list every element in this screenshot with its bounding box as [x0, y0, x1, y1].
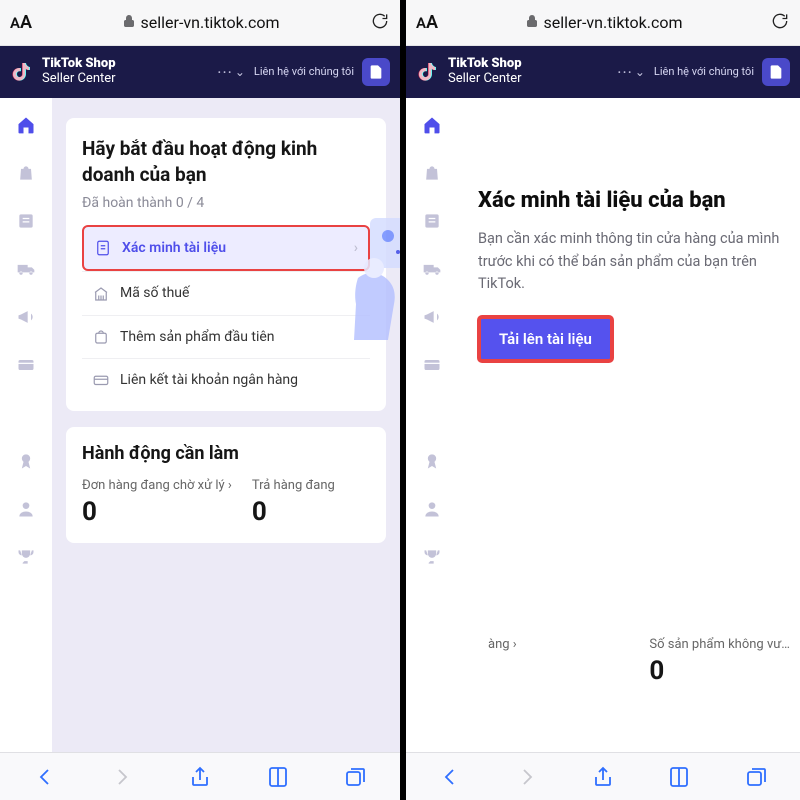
app-header: TikTok Shop Seller Center ··· ⌄ Liên hệ …: [406, 46, 800, 98]
safari-bottom-bar: [406, 752, 800, 800]
rail-bag-icon[interactable]: [421, 162, 443, 184]
address-field[interactable]: seller-vn.tiktok.com: [40, 13, 362, 32]
onboarding-title: Hãy bắt đầu hoạt động kinh doanh của bạn: [82, 136, 370, 187]
more-menu[interactable]: ··· ⌄: [617, 63, 646, 82]
rail-trophy-icon[interactable]: [421, 546, 443, 568]
nav-back-button[interactable]: [430, 765, 470, 789]
rail-trophy-icon[interactable]: [15, 546, 37, 568]
metric-pending-orders[interactable]: Đơn hàng đang chờ xử lý › 0: [82, 478, 232, 527]
bookmarks-button[interactable]: [258, 765, 298, 789]
upload-documents-button[interactable]: Tải lên tài liệu: [478, 316, 613, 362]
content-area: Xác minh tài liệu của bạn Bạn cần xác mi…: [406, 98, 800, 752]
app-header: TikTok Shop Seller Center ··· ⌄ Liên hệ …: [0, 46, 400, 98]
rail-home-icon[interactable]: [15, 114, 37, 136]
step-verify-documents[interactable]: Xác minh tài liệu ›: [82, 225, 370, 271]
phone-left: AA seller-vn.tiktok.com TikTok Shop Sell…: [0, 0, 400, 800]
reload-icon[interactable]: [370, 11, 390, 35]
rail-home-icon[interactable]: [421, 114, 443, 136]
rail-bag-icon[interactable]: [15, 162, 37, 184]
step-add-product[interactable]: Thêm sản phẩm đầu tiên: [82, 315, 370, 358]
main-column: Hãy bắt đầu hoạt động kinh doanh của bạn…: [52, 98, 400, 752]
safari-address-bar: AA seller-vn.tiktok.com: [406, 0, 800, 46]
verify-title: Xác minh tài liệu của bạn: [478, 188, 780, 214]
bank-icon: [92, 371, 110, 389]
rail-list-icon[interactable]: [421, 210, 443, 232]
nav-forward-button[interactable]: [507, 765, 547, 789]
tiktok-logo-icon: [10, 60, 34, 84]
url-text: seller-vn.tiktok.com: [544, 13, 683, 32]
lock-icon: [526, 13, 538, 32]
rail-list-icon[interactable]: [15, 210, 37, 232]
rail-user-icon[interactable]: [15, 498, 37, 520]
onboarding-illustration: [350, 208, 400, 348]
tax-icon: [92, 285, 110, 303]
rail-medal-icon[interactable]: [421, 450, 443, 472]
text-size-large: A: [20, 12, 32, 33]
todo-title: Hành động cần làm: [82, 443, 370, 464]
onboarding-progress: Đã hoàn thành 0 / 4: [82, 195, 370, 211]
product-icon: [92, 328, 110, 346]
more-menu[interactable]: ··· ⌄: [217, 63, 246, 82]
lock-icon: [123, 13, 135, 32]
rail-megaphone-icon[interactable]: [15, 306, 37, 328]
nav-back-button[interactable]: [25, 765, 65, 789]
rail-card-icon[interactable]: [15, 354, 37, 376]
brand-title: TikTok Shop Seller Center: [448, 57, 522, 87]
step-link-bank[interactable]: Liên kết tài khoản ngân hàng: [82, 358, 370, 401]
content-area: Hãy bắt đầu hoạt động kinh doanh của bạn…: [0, 98, 400, 752]
header-doc-icon[interactable]: [762, 58, 790, 86]
rail-megaphone-icon[interactable]: [421, 306, 443, 328]
tabs-button[interactable]: [736, 765, 776, 789]
verify-doc-icon: [94, 239, 112, 257]
main-column: Xác minh tài liệu của bạn Bạn cần xác mi…: [458, 98, 800, 752]
phone-right: AA seller-vn.tiktok.com TikTok Shop Sell…: [400, 0, 800, 800]
address-field[interactable]: seller-vn.tiktok.com: [446, 13, 762, 32]
tiktok-logo-icon: [416, 60, 440, 84]
side-rail: [406, 98, 458, 752]
verify-section: Xác minh tài liệu của bạn Bạn cần xác mi…: [474, 98, 784, 362]
metrics-row: àng › Số sản phẩm không vư… 0: [472, 621, 800, 696]
contact-link[interactable]: Liên hệ với chúng tôi: [654, 65, 754, 78]
todo-card: Hành động cần làm Đơn hàng đang chờ xử l…: [66, 427, 386, 543]
rail-truck-icon[interactable]: [421, 258, 443, 280]
side-rail: [0, 98, 52, 752]
rail-truck-icon[interactable]: [15, 258, 37, 280]
nav-forward-button[interactable]: [102, 765, 142, 789]
contact-link[interactable]: Liên hệ với chúng tôi: [254, 65, 354, 78]
step-tax-code[interactable]: Mã số thuế: [82, 271, 370, 314]
text-size-control[interactable]: AA: [416, 12, 438, 33]
safari-bottom-bar: [0, 752, 400, 800]
reload-icon[interactable]: [770, 11, 790, 35]
tabs-button[interactable]: [335, 765, 375, 789]
rail-medal-icon[interactable]: [15, 450, 37, 472]
header-doc-icon[interactable]: [362, 58, 390, 86]
chevron-down-icon: ⌄: [635, 65, 646, 79]
share-button[interactable]: [583, 765, 623, 789]
rail-bars-icon[interactable]: [15, 402, 37, 424]
share-button[interactable]: [180, 765, 220, 789]
verify-description: Bạn cần xác minh thông tin cửa hàng của …: [478, 228, 780, 295]
bookmarks-button[interactable]: [659, 765, 699, 789]
onboarding-card: Hãy bắt đầu hoạt động kinh doanh của bạn…: [66, 118, 386, 411]
rail-bars-icon[interactable]: [421, 402, 443, 424]
text-size-small: A: [10, 14, 20, 32]
metric-partial-left[interactable]: àng ›: [488, 637, 619, 686]
url-text: seller-vn.tiktok.com: [141, 13, 280, 32]
rail-user-icon[interactable]: [421, 498, 443, 520]
chevron-down-icon: ⌄: [235, 65, 246, 79]
safari-address-bar: AA seller-vn.tiktok.com: [0, 0, 400, 46]
rail-card-icon[interactable]: [421, 354, 443, 376]
text-size-control[interactable]: AA: [10, 12, 32, 33]
brand-title: TikTok Shop Seller Center: [42, 57, 116, 87]
metric-products-violation[interactable]: Số sản phẩm không vư… 0: [649, 637, 790, 686]
metric-returns[interactable]: Trả hàng đang 0: [252, 478, 370, 527]
